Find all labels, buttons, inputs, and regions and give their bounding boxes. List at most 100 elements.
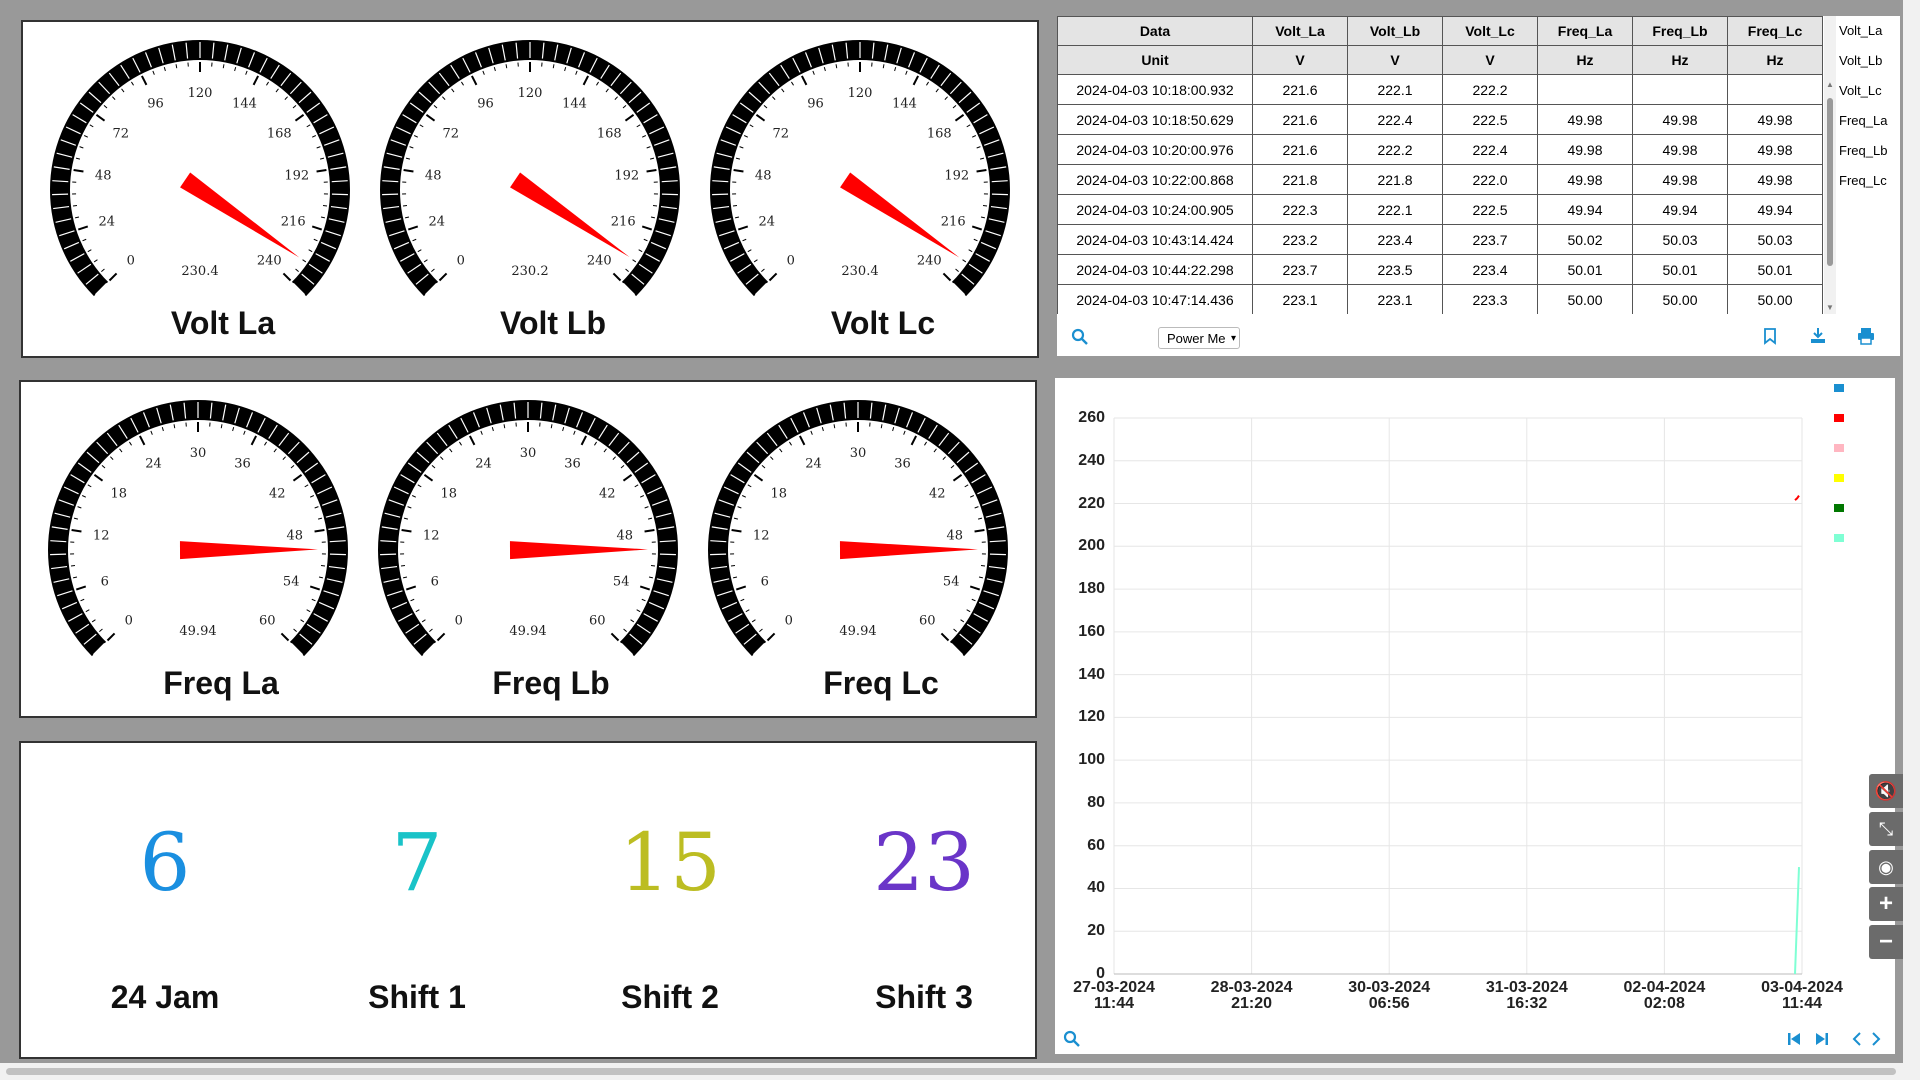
gauge-tick [442,96,446,100]
gauge-tick [73,517,79,520]
gauge-tick [93,473,104,482]
legend-swatch[interactable] [1834,384,1844,392]
legend-item[interactable]: Volt_La [1839,16,1899,46]
table-cell [1632,74,1728,105]
table-row[interactable]: 2024-04-03 10:24:00.905 222.3 222.1 222.5 49… [1057,194,1823,225]
gauge-tick [605,88,609,93]
collapse-button[interactable]: ⤡ [1869,812,1903,846]
gauge-tick [971,135,977,138]
gauge-tick [505,64,508,69]
gauge-tick [741,495,747,498]
legend-item[interactable]: Freq_Lb [1839,136,1899,166]
legend-swatch[interactable] [1834,504,1844,512]
gauge-tick [761,268,765,272]
col-header[interactable]: Volt_La [1252,16,1348,46]
gauge-tick [903,430,906,435]
table-row[interactable]: 2024-04-03 10:47:14.436 223.1 223.1 223.3 50… [1057,284,1823,314]
chevron-left-icon[interactable] [1850,1031,1864,1047]
counter-panel: 6 7 15 23 24 Jam Shift 1 Shift 2 Shift 3 [19,741,1037,1059]
col-header[interactable]: Volt_Lc [1442,16,1538,46]
bookmark-icon[interactable] [1762,327,1778,345]
table-scrollbar[interactable]: ▲ ▼ [1824,16,1836,314]
table-cell: 223.4 [1442,254,1538,285]
gauge-tick [316,168,327,173]
gauge-tick [407,225,419,231]
gauge-tick [121,88,125,93]
zoom-icon[interactable] [1063,1030,1081,1048]
gauge-tick [322,205,328,207]
page-vertical-scrollbar[interactable] [1903,0,1920,1063]
zoom-in-button[interactable]: + [1869,887,1903,921]
skip-last-icon[interactable] [1814,1031,1830,1047]
legend-item[interactable]: Freq_Lc [1839,166,1899,196]
gauge-tick [977,517,983,520]
gauge-tick [596,81,600,86]
gauge-tick [161,426,164,432]
gauge-tick [753,473,764,482]
gauge-tick [431,268,435,272]
scroll-up-arrow[interactable]: ▲ [1826,80,1834,89]
gauge-tick [112,96,116,100]
table-row[interactable]: 2024-04-03 10:43:14.424 223.2 223.4 223.7 50… [1057,224,1823,255]
gauge-tick [636,609,641,613]
gauge-tick [300,619,305,623]
col-header[interactable]: Data [1057,16,1253,46]
table-row[interactable]: 2024-04-03 10:22:00.868 221.8 221.8 222.0 49… [1057,164,1823,195]
legend-swatch[interactable] [1834,474,1844,482]
table-unit-row: Unit V V V Hz Hz Hz [1057,45,1823,75]
legend-item[interactable]: Freq_La [1839,106,1899,136]
zoom-out-button[interactable]: − [1869,925,1903,959]
gauge-tick [70,565,76,567]
gauge-tick [747,249,752,253]
col-header[interactable]: Freq_Lb [1632,16,1728,46]
legend-item[interactable]: Volt_Lc [1839,76,1899,106]
gauge-tick [573,430,576,435]
chevron-right-icon[interactable] [1869,1031,1883,1047]
table-row[interactable]: 2024-04-03 10:44:22.298 223.7 223.5 223.4 50… [1057,254,1823,285]
table-row[interactable]: 2024-04-03 10:18:50.629 221.6 222.4 222.5 49… [1057,104,1823,135]
legend-swatch[interactable] [1834,534,1844,542]
table-cell: 222.2 [1442,74,1538,105]
gauge-tick-label: 120 [188,86,213,101]
gauge-tick [737,506,742,509]
h-scroll-thumb[interactable] [6,1068,1896,1075]
gauge-tick [763,104,768,109]
search-icon[interactable] [1071,328,1089,346]
source-select[interactable]: Power Me ▾ [1158,327,1240,349]
line-chart[interactable] [1055,378,1895,1054]
scroll-down-arrow[interactable]: ▼ [1826,303,1834,312]
gauge-tick [979,157,985,160]
col-header[interactable]: Freq_Lc [1727,16,1823,46]
table-cell [1537,74,1633,105]
legend-swatch[interactable] [1834,414,1844,422]
gauge-tick [140,75,148,86]
gauge-tick [982,205,988,207]
freq-lb-title: Freq Lb [492,665,610,701]
page-horizontal-scrollbar[interactable] [0,1063,1920,1080]
gauge-needle [509,541,648,560]
table-scroll-area[interactable]: Data Volt_La Volt_Lb Volt_Lc Freq_La Fre… [1057,16,1824,314]
table-row[interactable]: 2024-04-03 10:18:00.932 221.6 222.1 222.2 [1057,74,1823,105]
legend-item[interactable]: Volt_Lb [1839,46,1899,76]
view-button[interactable]: ◉ [1869,850,1903,884]
mute-button[interactable]: 🔇 [1869,774,1903,808]
skip-first-icon[interactable] [1786,1031,1802,1047]
gauge-tick-label: 48 [755,169,772,184]
gauge-tick [293,628,297,632]
gauge-tick [81,495,87,498]
gauge-tick-label: 54 [613,574,630,589]
chevron-down-icon: ▾ [1230,333,1236,344]
gauge-tick-label: 24 [759,214,776,229]
gauge-tick [894,66,897,72]
gauge-tick [742,238,747,242]
col-header[interactable]: Freq_La [1537,16,1633,46]
print-icon[interactable] [1857,327,1875,345]
col-header[interactable]: Volt_Lb [1347,16,1443,46]
gauge-band-tick [380,553,397,556]
download-icon[interactable] [1809,327,1827,345]
legend-swatch[interactable] [1834,444,1844,452]
table-row[interactable]: 2024-04-03 10:20:00.976 221.6 222.2 222.4 49… [1057,134,1823,165]
scroll-thumb[interactable] [1827,98,1833,266]
gauge-tick [470,75,478,86]
gauge-tick [152,70,155,75]
